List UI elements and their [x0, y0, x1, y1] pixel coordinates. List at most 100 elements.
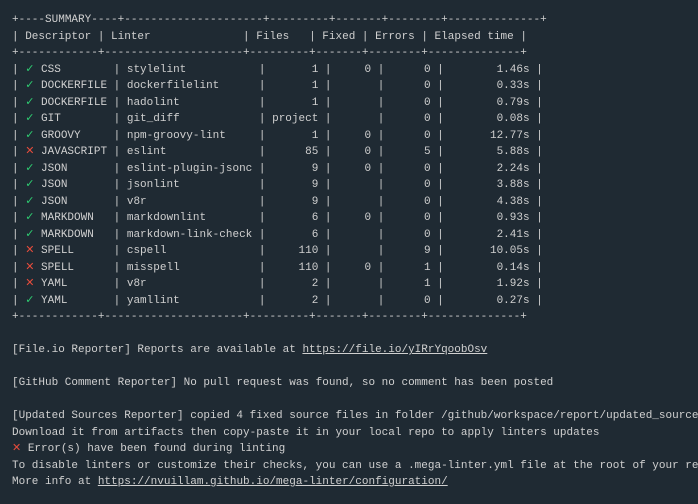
- table-row: | ✕ YAML | v8r | 2 | | 1 | 1.92s |: [12, 276, 686, 293]
- table-row: | ✓ GIT | git_diff | project | | 0 | 0.0…: [12, 111, 686, 128]
- errors: 0: [391, 196, 431, 208]
- errors: 9: [391, 245, 431, 257]
- linter: markdown-link-check: [127, 229, 252, 241]
- files: 110: [272, 245, 318, 257]
- table-row: | ✕ SPELL | cspell | 110 | | 9 | 10.05s …: [12, 243, 686, 260]
- check-icon: ✓: [25, 130, 34, 142]
- descriptor: GIT: [41, 113, 107, 125]
- linter: npm-groovy-lint: [127, 130, 252, 142]
- fixed: [338, 196, 371, 208]
- elapsed: 0.08s: [450, 113, 529, 125]
- more-info-link[interactable]: https://nvuillam.github.io/mega-linter/c…: [98, 476, 448, 488]
- fixed: 0: [338, 163, 371, 175]
- check-icon: ✓: [25, 97, 34, 109]
- fixed: [338, 179, 371, 191]
- check-icon: ✓: [25, 212, 34, 224]
- table-row: | ✓ MARKDOWN | markdown-link-check | 6 |…: [12, 227, 686, 244]
- summary-rows: | ✓ CSS | stylelint | 1 | 0 | 0 | 1.46s …: [12, 62, 686, 310]
- errors: 0: [391, 97, 431, 109]
- table-row: | ✓ JSON | eslint-plugin-jsonc | 9 | 0 |…: [12, 161, 686, 178]
- check-icon: ✓: [25, 179, 34, 191]
- fixed: [338, 113, 371, 125]
- cross-icon: ✕: [25, 146, 34, 158]
- more-info-line: More info at https://nvuillam.github.io/…: [12, 474, 686, 491]
- linter: markdownlint: [127, 212, 252, 224]
- descriptor: JSON: [41, 163, 107, 175]
- table-row: | ✓ DOCKERFILE | hadolint | 1 | | 0 | 0.…: [12, 95, 686, 112]
- errors: 0: [391, 80, 431, 92]
- elapsed: 3.88s: [450, 179, 529, 191]
- files: 9: [272, 163, 318, 175]
- cross-icon: ✕: [25, 262, 34, 274]
- separator-top: +----SUMMARY----+---------------------+-…: [12, 12, 686, 29]
- separator: +------------+---------------------+----…: [12, 45, 686, 62]
- elapsed: 0.33s: [450, 80, 529, 92]
- fixed: 0: [338, 130, 371, 142]
- errors: 0: [391, 229, 431, 241]
- files: 85: [272, 146, 318, 158]
- gh-comment-line: [GitHub Comment Reporter] No pull reques…: [12, 375, 686, 392]
- disable-line: To disable linters or customize their ch…: [12, 458, 686, 475]
- errors: 0: [391, 179, 431, 191]
- descriptor: YAML: [41, 278, 107, 290]
- table-row: | ✓ YAML | yamllint | 2 | | 0 | 0.27s |: [12, 293, 686, 310]
- linter: stylelint: [127, 64, 252, 76]
- fileio-line: [File.io Reporter] Reports are available…: [12, 342, 686, 359]
- descriptor: SPELL: [41, 262, 107, 274]
- errors: 0: [391, 295, 431, 307]
- cross-icon: ✕: [25, 278, 34, 290]
- files: 6: [272, 229, 318, 241]
- files: 1: [272, 64, 318, 76]
- updated-line-2: Download it from artifacts then copy-pas…: [12, 425, 686, 442]
- descriptor: JSON: [41, 196, 107, 208]
- errors: 0: [391, 64, 431, 76]
- files: 2: [272, 278, 318, 290]
- descriptor: MARKDOWN: [41, 212, 107, 224]
- files: 9: [272, 196, 318, 208]
- descriptor: MARKDOWN: [41, 229, 107, 241]
- separator-bottom: +------------+---------------------+----…: [12, 309, 686, 326]
- table-row: | ✓ DOCKERFILE | dockerfilelint | 1 | | …: [12, 78, 686, 95]
- linter: misspell: [127, 262, 252, 274]
- elapsed: 1.46s: [450, 64, 529, 76]
- table-row: | ✓ CSS | stylelint | 1 | 0 | 0 | 1.46s …: [12, 62, 686, 79]
- linter: git_diff: [127, 113, 252, 125]
- descriptor: YAML: [41, 295, 107, 307]
- cross-icon: ✕: [12, 443, 21, 455]
- descriptor: SPELL: [41, 245, 107, 257]
- elapsed: 4.38s: [450, 196, 529, 208]
- check-icon: ✓: [25, 113, 34, 125]
- errors: 1: [391, 262, 431, 274]
- check-icon: ✓: [25, 163, 34, 175]
- table-row: | ✓ MARKDOWN | markdownlint | 6 | 0 | 0 …: [12, 210, 686, 227]
- files: 1: [272, 130, 318, 142]
- updated-line-1: [Updated Sources Reporter] copied 4 fixe…: [12, 408, 686, 425]
- descriptor: JAVASCRIPT: [41, 146, 107, 158]
- fixed: [338, 278, 371, 290]
- fixed: [338, 97, 371, 109]
- linter: jsonlint: [127, 179, 252, 191]
- errors: 0: [391, 212, 431, 224]
- check-icon: ✓: [25, 80, 34, 92]
- elapsed: 0.14s: [450, 262, 529, 274]
- errors: 0: [391, 130, 431, 142]
- descriptor: GROOVY: [41, 130, 107, 142]
- table-row: | ✕ SPELL | misspell | 110 | 0 | 1 | 0.1…: [12, 260, 686, 277]
- table-row: | ✕ JAVASCRIPT | eslint | 85 | 0 | 5 | 5…: [12, 144, 686, 161]
- descriptor: JSON: [41, 179, 107, 191]
- check-icon: ✓: [25, 229, 34, 241]
- check-icon: ✓: [25, 64, 34, 76]
- fileio-link[interactable]: https://file.io/yIRrYqoobOsv: [302, 344, 487, 356]
- fixed: 0: [338, 212, 371, 224]
- fixed: 0: [338, 64, 371, 76]
- check-icon: ✓: [25, 196, 34, 208]
- cross-icon: ✕: [25, 245, 34, 257]
- check-icon: ✓: [25, 295, 34, 307]
- files: 9: [272, 179, 318, 191]
- header-row: | Descriptor | Linter | Files | Fixed | …: [12, 29, 686, 46]
- table-row: | ✓ GROOVY | npm-groovy-lint | 1 | 0 | 0…: [12, 128, 686, 145]
- errors: 5: [391, 146, 431, 158]
- errors: 1: [391, 278, 431, 290]
- files: project: [272, 113, 318, 125]
- fixed: [338, 80, 371, 92]
